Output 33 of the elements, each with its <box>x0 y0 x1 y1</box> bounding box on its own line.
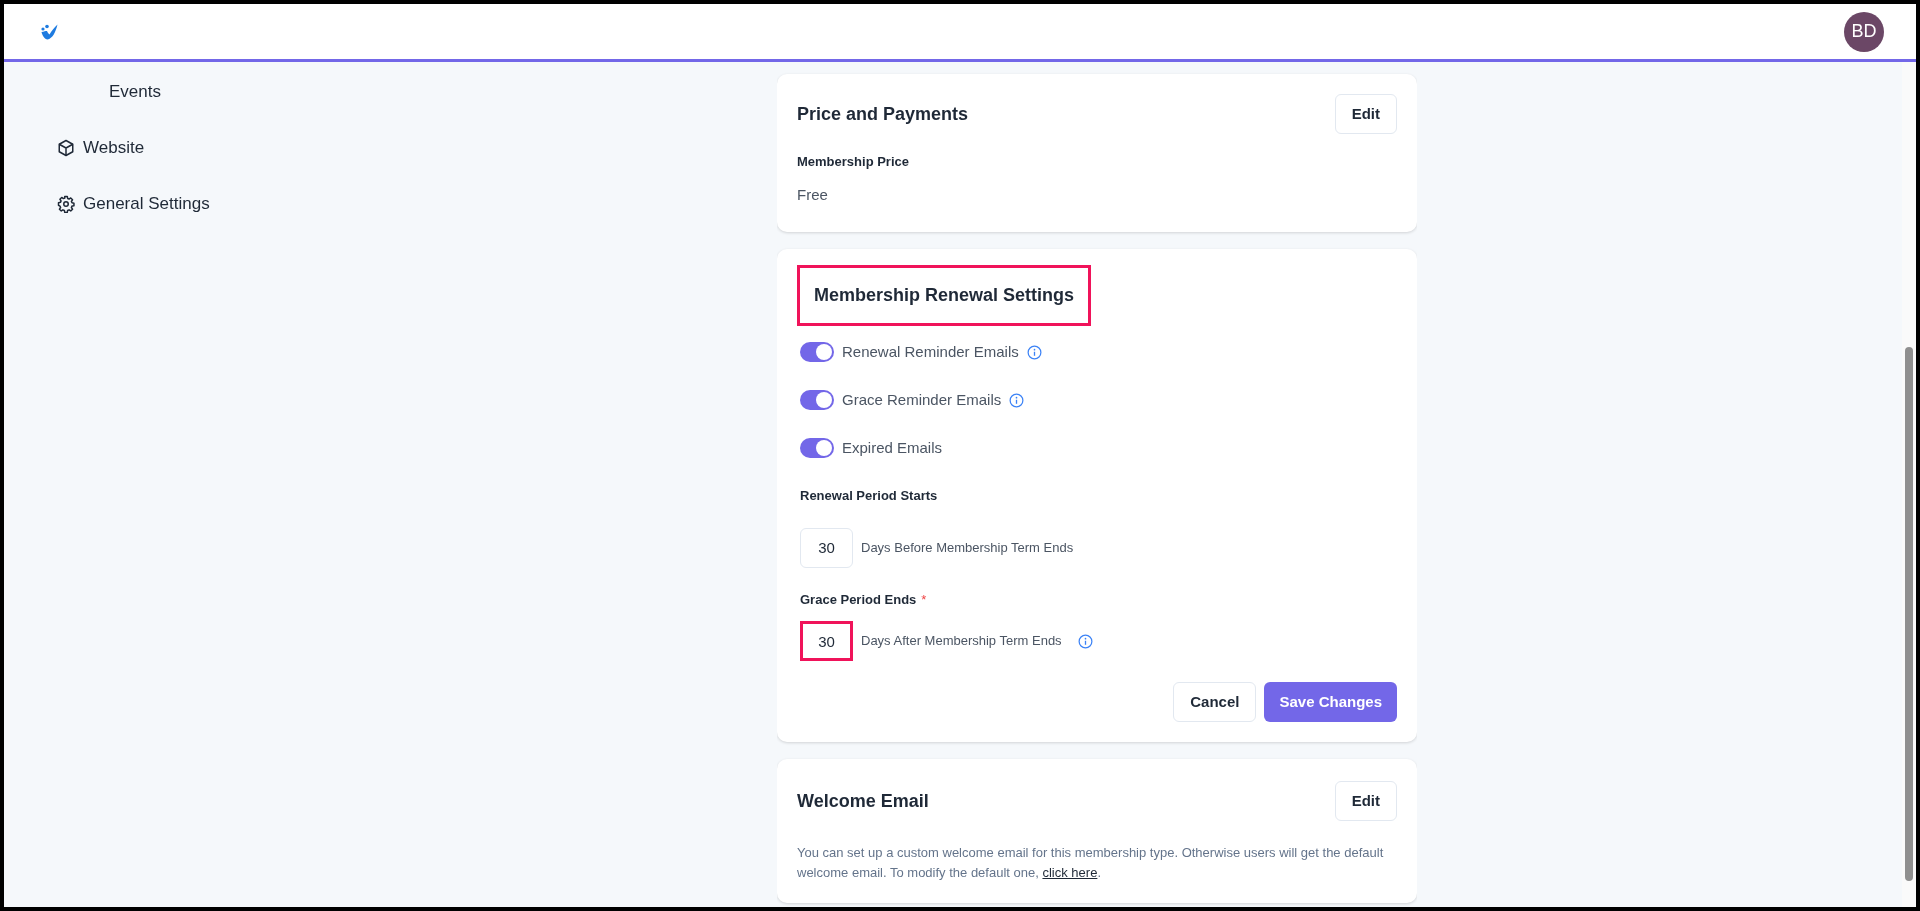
save-changes-button[interactable]: Save Changes <box>1264 682 1397 722</box>
card-title: Price and Payments <box>797 102 969 126</box>
field-value: Free <box>797 184 829 205</box>
field-label: Grace Period Ends <box>800 590 917 609</box>
sidebar-item[interactable]: General Settings <box>57 188 777 220</box>
cancel-button[interactable]: Cancel <box>1173 682 1257 722</box>
toggle-switch[interactable] <box>800 438 834 458</box>
description-text: You can set up a custom welcome email for this membership type. Otherwise users will get the default welcome email. To modify the default one, click here. <box>797 844 1385 882</box>
required-mark: * <box>921 590 927 609</box>
toggle-label: Expired Emails <box>842 437 943 458</box>
toggle-switch[interactable] <box>800 342 834 362</box>
toggle-label: Renewal Reminder Emails <box>842 341 1019 362</box>
info-icon[interactable] <box>1077 633 1093 649</box>
days-input-field[interactable]: 30 <box>800 621 853 661</box>
settings-icon <box>57 195 75 213</box>
days-input-field[interactable]: 30 <box>800 527 853 568</box>
card-title: Welcome Email <box>797 789 929 813</box>
field-label: Renewal Period Starts <box>800 487 938 505</box>
card-title: Membership Renewal Settings <box>797 265 1092 326</box>
sidebar-item[interactable]: Website <box>57 132 777 164</box>
scrollbar-thumb[interactable] <box>1905 347 1913 881</box>
field-label: Membership Price <box>797 153 910 171</box>
info-icon[interactable] <box>1026 344 1042 360</box>
edit-button[interactable]: Edit <box>1334 781 1397 821</box>
edit-button[interactable]: Edit <box>1334 94 1397 134</box>
cube-icon <box>57 139 75 157</box>
user-avatar[interactable]: BD <box>1844 11 1884 52</box>
toggle-switch[interactable] <box>800 390 834 410</box>
days-suffix: Days After Membership Term Ends <box>861 632 1062 651</box>
sidebar-item[interactable]: Events <box>57 76 777 108</box>
toggle-label: Grace Reminder Emails <box>842 389 1002 410</box>
days-suffix: Days Before Membership Term Ends <box>861 538 1074 557</box>
info-icon[interactable] <box>1009 392 1025 408</box>
